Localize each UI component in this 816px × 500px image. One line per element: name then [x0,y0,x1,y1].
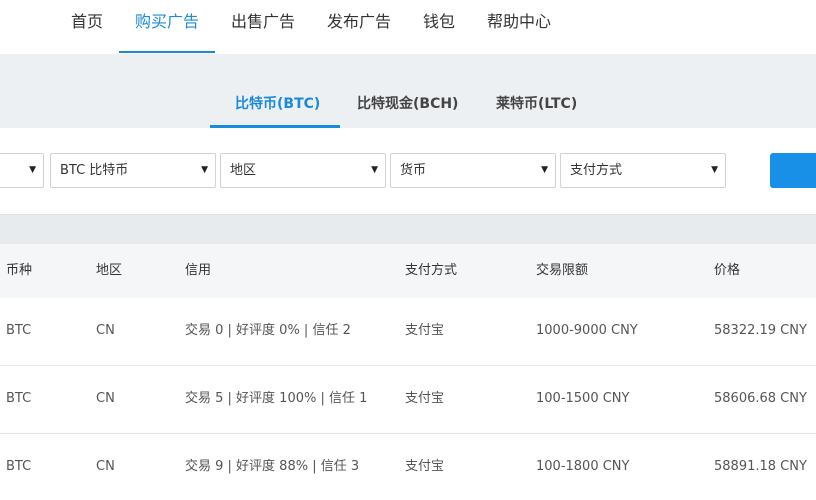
region-select[interactable]: 地区 ▼ [220,153,386,188]
nav-item-home[interactable]: 首页 [71,0,103,54]
column-header-region: 地区 [96,263,123,278]
cell-payment: 支付宝 [405,459,445,474]
chevron-down-icon: ▼ [371,165,378,175]
payment-select-value: 支付方式 [570,163,623,178]
cell-limit: 100-1500 CNY [536,391,630,406]
table-row[interactable]: BTC CN 交易 5 | 好评度 100% | 信任 1 支付宝 100-15… [0,366,816,434]
cell-price: 58891.18 CNY [714,459,807,474]
tab-bch[interactable]: 比特现金(BCH) [357,54,458,128]
filter-bar: ▼ BTC 比特币 ▼ 地区 ▼ 货币 ▼ 支付方式 ▼ [0,128,816,214]
cell-region: CN [96,459,115,474]
currency-select[interactable]: 货币 ▼ [390,153,556,188]
section-divider [0,214,816,244]
table-row[interactable]: BTC CN 交易 0 | 好评度 0% | 信任 2 支付宝 1000-900… [0,298,816,366]
nav-item-wallet[interactable]: 钱包 [423,0,455,54]
type-select[interactable]: ▼ [0,153,44,188]
cell-region: CN [96,391,115,406]
currency-select-value: 货币 [400,163,427,178]
cell-coin: BTC [6,323,32,338]
cell-payment: 支付宝 [405,323,445,338]
cell-payment: 支付宝 [405,391,445,406]
chevron-down-icon: ▼ [29,165,36,175]
tab-btc[interactable]: 比特币(BTC) [235,54,320,128]
top-navigation: 首页 购买广告 出售广告 发布广告 钱包 帮助中心 [0,0,816,54]
tab-ltc[interactable]: 莱特币(LTC) [496,54,577,128]
cell-region: CN [96,323,115,338]
coin-select[interactable]: BTC 比特币 ▼ [50,153,216,188]
region-select-value: 地区 [230,163,257,178]
chevron-down-icon: ▼ [201,165,208,175]
cell-price: 58322.19 CNY [714,323,807,338]
payment-method-select[interactable]: 支付方式 ▼ [560,153,726,188]
table-row[interactable]: BTC CN 交易 9 | 好评度 88% | 信任 3 支付宝 100-180… [0,434,816,500]
nav-item-help-center[interactable]: 帮助中心 [487,0,551,54]
column-header-limit: 交易限额 [536,263,589,278]
cell-limit: 1000-9000 CNY [536,323,638,338]
search-button[interactable] [770,153,816,188]
column-header-coin: 币种 [6,263,33,278]
column-header-payment: 支付方式 [405,263,458,278]
cell-price: 58606.68 CNY [714,391,807,406]
chevron-down-icon: ▼ [711,165,718,175]
table-header: 币种 地区 信用 支付方式 交易限额 价格 [0,244,816,298]
nav-active-indicator [119,51,215,53]
nav-item-sell-ads[interactable]: 出售广告 [231,0,295,54]
coin-select-value: BTC 比特币 [60,163,129,178]
cell-credit: 交易 5 | 好评度 100% | 信任 1 [185,391,368,406]
column-header-credit: 信用 [185,263,212,278]
cell-credit: 交易 9 | 好评度 88% | 信任 3 [185,459,360,474]
chevron-down-icon: ▼ [541,165,548,175]
nav-item-post-ad[interactable]: 发布广告 [327,0,391,54]
column-header-price: 价格 [714,263,741,278]
nav-item-buy-ads[interactable]: 购买广告 [135,0,199,54]
cell-coin: BTC [6,459,32,474]
cell-limit: 100-1800 CNY [536,459,630,474]
cell-coin: BTC [6,391,32,406]
cell-credit: 交易 0 | 好评度 0% | 信任 2 [185,323,351,338]
